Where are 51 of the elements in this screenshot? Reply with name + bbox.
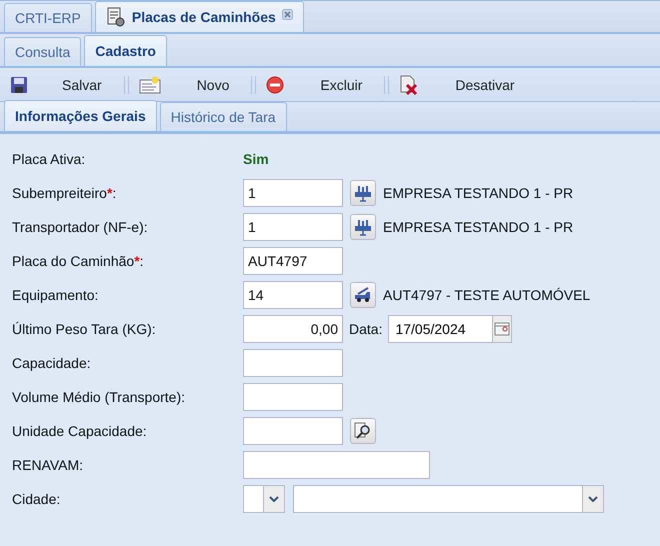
document-cross-icon	[399, 75, 420, 95]
toolbar-button[interactable]: Desativar	[397, 72, 517, 98]
new-document-icon	[138, 76, 161, 94]
field-label: Volume Médio (Transporte):	[12, 389, 186, 405]
input-field[interactable]: AUT4797	[243, 247, 343, 275]
input-field[interactable]	[243, 383, 343, 411]
tab[interactable]: Histórico de Tara	[160, 102, 287, 131]
input-field[interactable]: 1	[243, 179, 343, 207]
field-label: Capacidade:	[12, 355, 92, 371]
factory-icon	[353, 183, 373, 203]
input-field[interactable]: 1	[243, 213, 343, 241]
field-label: RENAVAM:	[12, 457, 84, 473]
calendar-icon[interactable]	[494, 321, 510, 337]
tab[interactable]: Placas de Caminhões	[94, 1, 304, 32]
delete-icon	[266, 76, 284, 94]
field-label: Equipamento:	[12, 287, 100, 303]
field-label: Subempreiteiro*:	[12, 185, 118, 201]
lookup-description: EMPRESA TESTANDO 1 - PR	[383, 185, 574, 201]
dropdown-field[interactable]	[293, 485, 604, 513]
truck-icon	[353, 285, 373, 305]
caret-icon	[269, 496, 279, 502]
factory-icon	[353, 217, 373, 237]
input-field[interactable]	[243, 417, 343, 445]
field-label: Unidade Capacidade:	[12, 423, 148, 439]
input-field[interactable]	[243, 451, 430, 479]
toolbar-button[interactable]: Excluir	[264, 72, 364, 98]
field-label: Cidade:	[12, 491, 62, 507]
caret-icon	[588, 496, 598, 502]
toolbar-button[interactable]: Novo	[136, 72, 232, 98]
lookup-description: AUT4797 - TESTE AUTOMÓVEL	[383, 287, 590, 303]
date-field[interactable]: 17/05/2024	[388, 315, 492, 343]
field-label: Placa Ativa:	[12, 151, 86, 167]
field-label: Último Peso Tara (KG):	[12, 321, 157, 337]
tab[interactable]: Informações Gerais	[4, 100, 157, 131]
document-icon	[106, 7, 126, 27]
lookup-description: EMPRESA TESTANDO 1 - PR	[383, 219, 574, 235]
date-label: Data:	[349, 321, 382, 337]
dropdown-field[interactable]	[243, 485, 285, 513]
tab[interactable]: Consulta	[4, 37, 82, 66]
toolbar-button[interactable]: Salvar	[8, 72, 104, 98]
status-value: Sim	[243, 151, 269, 167]
input-field[interactable]	[243, 349, 343, 377]
input-field[interactable]: 14	[243, 281, 343, 309]
tab[interactable]: CRTI-ERP	[4, 3, 92, 32]
tab[interactable]: Cadastro	[84, 35, 167, 66]
field-label: Placa do Caminhão*:	[12, 253, 145, 269]
field-label: Transportador (NF-e):	[12, 219, 149, 235]
input-field[interactable]: 0,00	[243, 315, 343, 343]
lookup-button[interactable]	[350, 282, 376, 308]
search-button[interactable]	[350, 418, 376, 444]
close-icon[interactable]	[282, 9, 293, 20]
